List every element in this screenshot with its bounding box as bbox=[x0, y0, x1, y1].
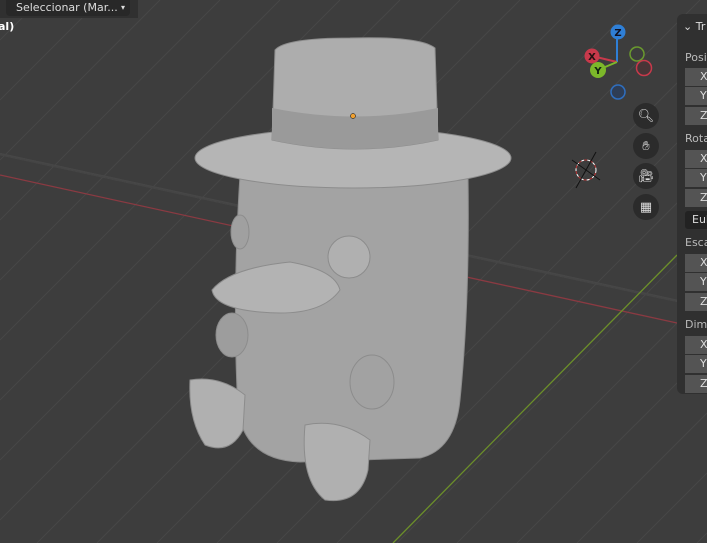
gizmo-neg-y-axis bbox=[629, 46, 645, 62]
grid-line bbox=[576, 412, 707, 543]
grid-line bbox=[696, 532, 707, 543]
gizmo-neg-x-axis bbox=[635, 59, 653, 77]
grid-line bbox=[0, 0, 221, 221]
dimensions-x-field[interactable]: X bbox=[685, 336, 707, 354]
model-body bbox=[234, 174, 469, 463]
gizmo-x-label: X bbox=[588, 52, 596, 63]
perspective-toggle-button[interactable]: ▦ bbox=[633, 194, 659, 220]
dimensions-z-field[interactable]: Z bbox=[685, 375, 707, 393]
scale-label: Esca bbox=[685, 236, 707, 249]
gizmo-y-label: Y bbox=[593, 66, 602, 77]
scale-z-field[interactable]: Z bbox=[685, 293, 707, 311]
3d-viewport[interactable]: Z X Y bbox=[0, 0, 707, 543]
location-z-field[interactable]: Z bbox=[685, 107, 707, 125]
model-arm-left bbox=[215, 312, 249, 358]
platypus-model[interactable] bbox=[189, 37, 512, 502]
chevron-down-icon: ⌄ bbox=[683, 20, 696, 33]
3d-cursor[interactable] bbox=[571, 151, 601, 189]
scale-y-field[interactable]: Y bbox=[685, 273, 707, 291]
grid-line bbox=[0, 0, 161, 161]
model-arm-right bbox=[349, 354, 395, 410]
rotation-x-field[interactable]: X bbox=[685, 150, 707, 168]
model-eye-left bbox=[230, 214, 250, 250]
zoom-button[interactable]: 🔍︎ bbox=[633, 103, 659, 129]
model-foot-right bbox=[303, 422, 371, 502]
camera-icon: 🎥︎ bbox=[637, 168, 655, 184]
location-y-field[interactable]: Y bbox=[685, 87, 707, 105]
rotation-z-field[interactable]: Z bbox=[685, 189, 707, 207]
model-foot-left bbox=[189, 378, 246, 449]
camera-view-button[interactable]: 🎥︎ bbox=[633, 163, 659, 189]
transform-panel: ⌄ Tr Posi X Y Z Rota X Y Z Eul Esca X Y … bbox=[677, 14, 707, 394]
select-mode-label: Seleccionar (Mar... bbox=[16, 1, 118, 14]
navigation-gizmo[interactable]: Z X Y bbox=[584, 24, 653, 100]
view-name-label: al) bbox=[0, 20, 15, 33]
dimensions-label: Dime bbox=[685, 318, 707, 331]
hand-pan-icon: ✋︎ bbox=[642, 138, 650, 154]
pan-button[interactable]: ✋︎ bbox=[633, 133, 659, 159]
gizmo-neg-z-axis bbox=[610, 84, 626, 100]
model-eye bbox=[327, 235, 371, 279]
gizmo-z-label: Z bbox=[614, 28, 621, 39]
transform-panel-header[interactable]: ⌄ Tr bbox=[683, 20, 705, 33]
panel-title: Tr bbox=[695, 20, 706, 33]
grid-line bbox=[456, 292, 707, 543]
rotation-mode-dropdown[interactable]: Eul bbox=[685, 211, 707, 229]
grid-line bbox=[636, 472, 707, 543]
chevron-down-icon: ▾ bbox=[120, 3, 125, 12]
grid-perspective-icon: ▦ bbox=[639, 199, 653, 215]
zoom-icon: 🔍︎ bbox=[637, 108, 655, 124]
location-x-field[interactable]: X bbox=[685, 68, 707, 86]
dimensions-y-field[interactable]: Y bbox=[685, 355, 707, 373]
scale-x-field[interactable]: X bbox=[685, 254, 707, 272]
select-mode-dropdown[interactable]: Seleccionar (Mar... ▾ bbox=[6, 0, 130, 16]
object-origin-dot bbox=[350, 113, 356, 119]
location-label: Posi bbox=[685, 51, 707, 64]
rotation-y-field[interactable]: Y bbox=[685, 169, 707, 187]
rotation-label: Rota bbox=[685, 132, 707, 145]
